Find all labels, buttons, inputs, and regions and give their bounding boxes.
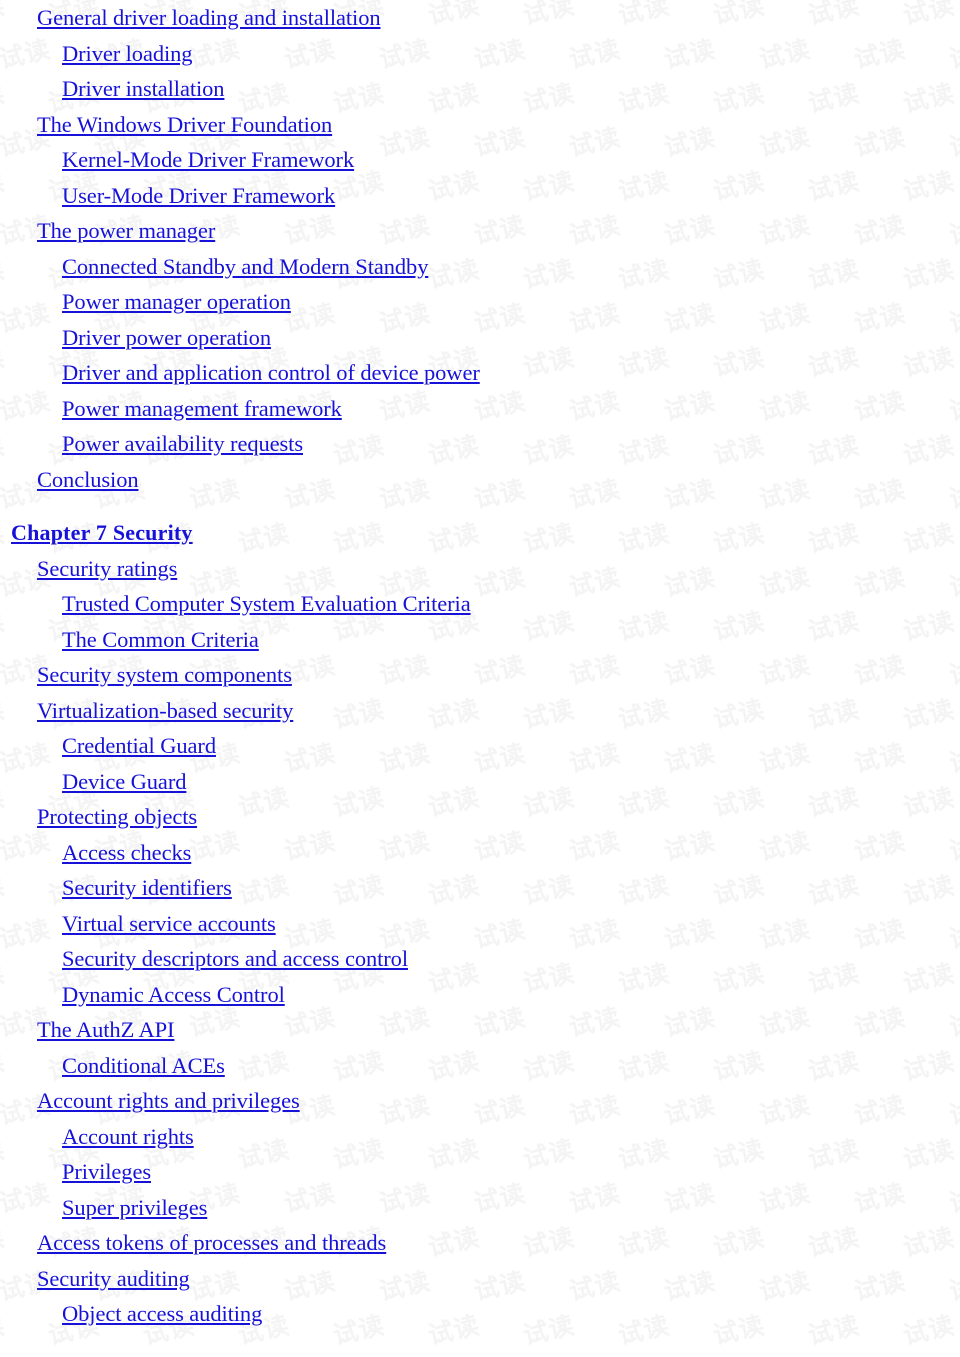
toc-entry-row: Account rights and privileges	[0, 1083, 960, 1119]
watermark-text: 试读	[850, 1340, 951, 1357]
toc-entry-row: Protecting objects	[0, 799, 960, 835]
toc-entry-link[interactable]: Trusted Computer System Evaluation Crite…	[62, 591, 471, 616]
toc-entry-link[interactable]: Power availability requests	[62, 431, 303, 456]
toc-entry-row: The AuthZ API	[0, 1012, 960, 1048]
toc-entry-row: Driver power operation	[0, 320, 960, 356]
watermark-text: 试读	[0, 1340, 96, 1357]
toc-entry-link[interactable]: Security descriptors and access control	[62, 946, 408, 971]
toc-entry-link[interactable]: Access checks	[62, 840, 191, 865]
toc-entry-row: Security descriptors and access control	[0, 941, 960, 977]
toc-entry-link[interactable]: Driver and application control of device…	[62, 360, 480, 385]
toc-entry-link[interactable]: Dynamic Access Control	[62, 982, 285, 1007]
toc-entry-link[interactable]: The power manager	[37, 218, 215, 243]
toc-entry-link[interactable]: Privileges	[62, 1159, 151, 1184]
watermark-text: 试读	[755, 1340, 856, 1357]
toc-entry-row: Conditional ACEs	[0, 1048, 960, 1084]
toc-entry-link[interactable]: Security auditing	[37, 1266, 190, 1291]
toc-entry-link[interactable]: Access tokens of processes and threads	[37, 1230, 386, 1255]
toc-entry-row: Account rights	[0, 1119, 960, 1155]
toc-entry-link[interactable]: Driver installation	[62, 76, 225, 101]
toc-entry-row: Privileges	[0, 1154, 960, 1190]
toc-entry-row: Driver installation	[0, 71, 960, 107]
toc-chapter-row: Chapter 7 Security	[0, 515, 960, 551]
toc-entry-link[interactable]: Conclusion	[37, 467, 139, 492]
toc-entry-row: Credential Guard	[0, 728, 960, 764]
toc-entry-row: Power availability requests	[0, 426, 960, 462]
watermark-text: 试读	[280, 1340, 381, 1357]
toc-entry-row: Object access auditing	[0, 1296, 960, 1332]
toc-entry-row: Power manager operation	[0, 284, 960, 320]
toc-entry-row: The Common Criteria	[0, 622, 960, 658]
watermark-text: 试读	[945, 1340, 960, 1357]
watermark-text: 试读	[185, 1340, 286, 1357]
toc-entry-row: Kernel-Mode Driver Framework	[0, 142, 960, 178]
watermark-text: 试读	[375, 1340, 476, 1357]
toc-entry-row: General driver loading and installation	[0, 0, 960, 36]
toc-entry-row: Security system components	[0, 657, 960, 693]
toc-entry-link[interactable]: Super privileges	[62, 1195, 207, 1220]
toc-entry-row: Connected Standby and Modern Standby	[0, 249, 960, 285]
toc-entry-link[interactable]: The Windows Driver Foundation	[37, 112, 332, 137]
watermark-text: 试读	[470, 1340, 571, 1357]
toc-chapter-link[interactable]: Chapter 7 Security	[11, 520, 193, 545]
toc-entry-link[interactable]: Power manager operation	[62, 289, 291, 314]
toc-entry-row: Security identifiers	[0, 870, 960, 906]
toc-entry-link[interactable]: Driver loading	[62, 41, 193, 66]
watermark-text: 试读	[660, 1340, 761, 1357]
toc-entry-link[interactable]: Object access auditing	[62, 1301, 262, 1326]
toc-entry-row: Trusted Computer System Evaluation Crite…	[0, 586, 960, 622]
toc-entry-row: Security ratings	[0, 551, 960, 587]
watermark-text: 试读	[565, 1340, 666, 1357]
toc-entry-link[interactable]: The AuthZ API	[37, 1017, 175, 1042]
toc-entry-link[interactable]: Conditional ACEs	[62, 1053, 225, 1078]
toc-entry-row: Dynamic Access Control	[0, 977, 960, 1013]
toc-entry-row: Access checks	[0, 835, 960, 871]
toc-entry-link[interactable]: Account rights	[62, 1124, 194, 1149]
table-of-contents-list: General driver loading and installation D…	[0, 0, 960, 1332]
toc-entry-link[interactable]: User-Mode Driver Framework	[62, 183, 335, 208]
toc-entry-link[interactable]: Connected Standby and Modern Standby	[62, 254, 428, 279]
toc-entry-row: Driver loading	[0, 36, 960, 72]
toc-entry-row: Device Guard	[0, 764, 960, 800]
watermark-row: 试读试读试读试读试读试读试读试读试读试读试读试读	[0, 1350, 960, 1357]
watermark-text: 试读	[90, 1340, 191, 1357]
toc-entry-link[interactable]: Security system components	[37, 662, 292, 687]
toc-entry-link[interactable]: Kernel-Mode Driver Framework	[62, 147, 354, 172]
toc-entry-row: Security auditing	[0, 1261, 960, 1297]
toc-entry-link[interactable]: Security identifiers	[62, 875, 232, 900]
toc-entry-link[interactable]: Account rights and privileges	[37, 1088, 300, 1113]
toc-entry-link[interactable]: Security ratings	[37, 556, 177, 581]
toc-entry-link[interactable]: Driver power operation	[62, 325, 271, 350]
toc-entry-row: Virtual service accounts	[0, 906, 960, 942]
toc-entry-link[interactable]: The Common Criteria	[62, 627, 259, 652]
toc-entry-row: The power manager	[0, 213, 960, 249]
toc-entry-row: Driver and application control of device…	[0, 355, 960, 391]
toc-entry-row: Super privileges	[0, 1190, 960, 1226]
toc-entry-link[interactable]: Power management framework	[62, 396, 342, 421]
toc-entry-row: Conclusion	[0, 462, 960, 498]
toc-entry-link[interactable]: Protecting objects	[37, 804, 197, 829]
toc-entry-link[interactable]: Virtualization-based security	[37, 698, 293, 723]
toc-entry-row: The Windows Driver Foundation	[0, 107, 960, 143]
toc-entry-row: Power management framework	[0, 391, 960, 427]
toc-entry-link[interactable]: Device Guard	[62, 769, 186, 794]
toc-entry-row: User-Mode Driver Framework	[0, 178, 960, 214]
toc-entry-link[interactable]: Virtual service accounts	[62, 911, 276, 936]
toc-entry-row: Virtualization-based security	[0, 693, 960, 729]
toc-entry-link[interactable]: Credential Guard	[62, 733, 216, 758]
toc-entry-link[interactable]: General driver loading and installation	[37, 5, 381, 30]
toc-entry-row: Access tokens of processes and threads	[0, 1225, 960, 1261]
